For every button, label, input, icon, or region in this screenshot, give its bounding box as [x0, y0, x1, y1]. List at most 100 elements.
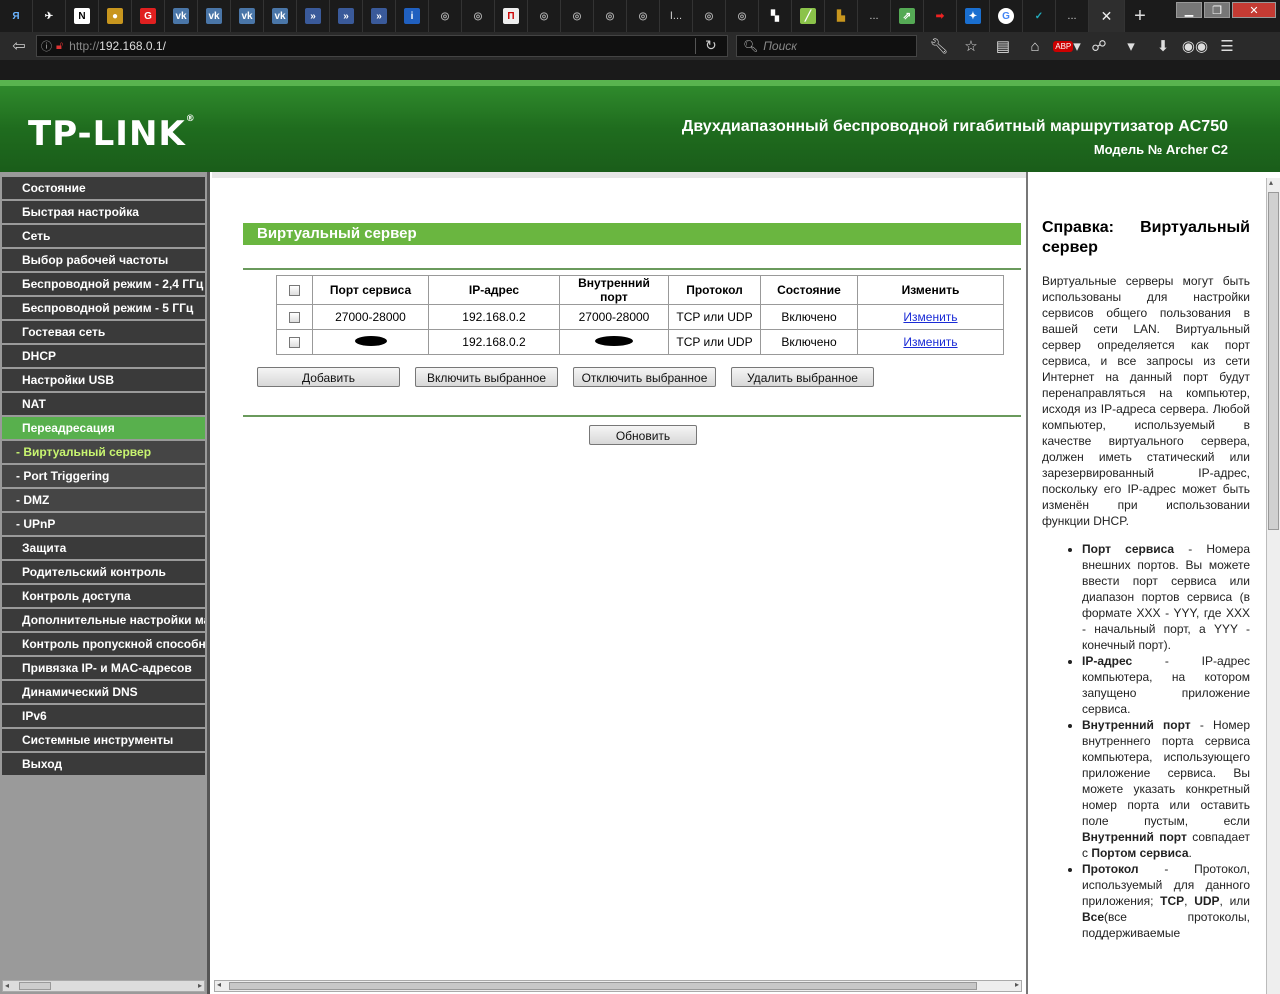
tab[interactable]: ⇗	[891, 0, 924, 32]
tab[interactable]: ◎	[462, 0, 495, 32]
tab[interactable]: П	[495, 0, 528, 32]
new-tab-button[interactable]: +	[1125, 5, 1155, 28]
tab[interactable]: ◎	[594, 0, 627, 32]
sidebar-item[interactable]: IPv6	[2, 705, 205, 727]
extension-icon[interactable]: ☍	[1086, 34, 1112, 58]
tab[interactable]: ◎	[693, 0, 726, 32]
tab[interactable]: vk	[198, 0, 231, 32]
sidebar-item[interactable]: Контроль доступа	[2, 585, 205, 607]
wrench-icon[interactable]: 🔧︎	[926, 34, 952, 58]
main-horizontal-scrollbar[interactable]: ◂ ▸	[214, 980, 1022, 992]
tab[interactable]: ✈	[33, 0, 66, 32]
scrollbar-thumb[interactable]	[229, 982, 977, 990]
scrollbar-thumb[interactable]	[1268, 192, 1279, 530]
add-button[interactable]: Добавить	[257, 367, 400, 387]
reading-list-icon[interactable]: ▤	[990, 34, 1016, 58]
tab[interactable]: Я	[0, 0, 33, 32]
refresh-button[interactable]: Обновить	[589, 425, 697, 445]
select-all-checkbox[interactable]	[289, 285, 300, 297]
tab[interactable]: ...	[858, 0, 891, 32]
home-icon[interactable]: ⌂	[1022, 34, 1048, 58]
delete-selected-button[interactable]: Удалить выбранное	[731, 367, 874, 387]
sidebar-item[interactable]: Настройки USB	[2, 369, 205, 391]
tab[interactable]: vk	[165, 0, 198, 32]
tab[interactable]: i	[396, 0, 429, 32]
search-placeholder: Поиск	[763, 39, 797, 53]
sidebar-item[interactable]: Родительский контроль	[2, 561, 205, 583]
download-icon[interactable]: ⬇	[1150, 34, 1176, 58]
search-input[interactable]: 🔍︎ Поиск	[736, 35, 917, 57]
sidebar-item[interactable]: Выход	[2, 753, 205, 775]
sidebar-item[interactable]: Беспроводной режим - 5 ГГц	[2, 297, 205, 319]
minimize-button[interactable]: ▁	[1176, 2, 1202, 18]
active-tab-close[interactable]: ✕	[1089, 0, 1125, 32]
tab[interactable]: N	[66, 0, 99, 32]
tab[interactable]: ◎	[627, 0, 660, 32]
maximize-button[interactable]: ❐	[1204, 2, 1230, 18]
sidebar-item[interactable]: - DMZ	[2, 489, 205, 511]
url-text[interactable]: http://192.168.0.1/	[69, 39, 166, 53]
tab[interactable]: ●	[99, 0, 132, 32]
sidebar-item[interactable]: Переадресация	[2, 417, 205, 439]
back-button[interactable]: ⇦	[6, 34, 32, 58]
sidebar-item[interactable]: - Port Triggering	[2, 465, 205, 487]
enable-selected-button[interactable]: Включить выбранное	[415, 367, 558, 387]
sidebar-item[interactable]: Состояние	[2, 177, 205, 199]
sidebar-item[interactable]: Динамический DNS	[2, 681, 205, 703]
tab[interactable]: ◎	[726, 0, 759, 32]
redaction-mark	[354, 336, 387, 346]
tab[interactable]: ◎	[429, 0, 462, 32]
star-icon[interactable]: ☆	[958, 34, 984, 58]
tab[interactable]: ╱	[792, 0, 825, 32]
edit-link[interactable]: Изменить	[903, 310, 957, 324]
tab[interactable]: ...	[1056, 0, 1089, 32]
tab[interactable]: vk	[231, 0, 264, 32]
tab[interactable]: »	[363, 0, 396, 32]
edit-link[interactable]: Изменить	[903, 335, 957, 349]
sidebar-item[interactable]: DHCP	[2, 345, 205, 367]
sidebar-item[interactable]: Защита	[2, 537, 205, 559]
tab[interactable]: ▚	[759, 0, 792, 32]
sidebar-item[interactable]: Выбор рабочей частоты	[2, 249, 205, 271]
url-bar[interactable]: ⓘ 🔓︎ http://192.168.0.1/ ↻	[36, 35, 728, 57]
sidebar-item[interactable]: Дополнительные настройки маршрутизации	[2, 609, 205, 631]
reload-icon[interactable]: ↻	[705, 37, 717, 54]
sidebar-item[interactable]: Сеть	[2, 225, 205, 247]
protocol-cell: TCP или UDP	[668, 304, 761, 330]
menu-icon[interactable]: ☰	[1214, 34, 1240, 58]
close-window-button[interactable]: ✕	[1232, 2, 1276, 18]
mask-icon[interactable]: ◉◉	[1182, 34, 1208, 58]
sidebar-item[interactable]: - Виртуальный сервер	[2, 441, 205, 463]
adblock-icon[interactable]: ABP ▾	[1053, 34, 1081, 58]
tab[interactable]: G	[132, 0, 165, 32]
row-checkbox[interactable]	[289, 337, 300, 349]
plus-icon: +	[1134, 4, 1146, 27]
edit-cell: Изменить	[857, 329, 1004, 355]
sidebar-item[interactable]: Гостевая сеть	[2, 321, 205, 343]
tab[interactable]: ◎	[561, 0, 594, 32]
tab[interactable]: ➡	[924, 0, 957, 32]
tab[interactable]: vk	[264, 0, 297, 32]
tab[interactable]: ✓	[1023, 0, 1056, 32]
help-vertical-scrollbar[interactable]: ▴	[1266, 178, 1280, 994]
tab[interactable]: »	[297, 0, 330, 32]
sidebar-item[interactable]: - UPnP	[2, 513, 205, 535]
sidebar-item[interactable]: Системные инструменты	[2, 729, 205, 751]
disable-selected-button[interactable]: Отключить выбранное	[573, 367, 716, 387]
sidebar-horizontal-scrollbar[interactable]: ◂ ▸	[2, 980, 205, 992]
close-icon[interactable]: ✕	[1101, 8, 1113, 25]
tab[interactable]: ✦	[957, 0, 990, 32]
row-checkbox[interactable]	[289, 312, 300, 324]
tab[interactable]: »	[330, 0, 363, 32]
vk-icon: vk	[239, 8, 255, 24]
tab[interactable]: ◎	[528, 0, 561, 32]
chevron-down-icon[interactable]: ▾	[1118, 34, 1144, 58]
sidebar-item[interactable]: NAT	[2, 393, 205, 415]
sidebar-item[interactable]: Быстрая настройка	[2, 201, 205, 223]
tab[interactable]: G	[990, 0, 1023, 32]
tab[interactable]: ▙	[825, 0, 858, 32]
sidebar-item[interactable]: Привязка IP- и MAC-адресов	[2, 657, 205, 679]
sidebar-item[interactable]: Беспроводной режим - 2,4 ГГц	[2, 273, 205, 295]
sidebar-item[interactable]: Контроль пропускной способности	[2, 633, 205, 655]
tab[interactable]: I...	[660, 0, 693, 32]
